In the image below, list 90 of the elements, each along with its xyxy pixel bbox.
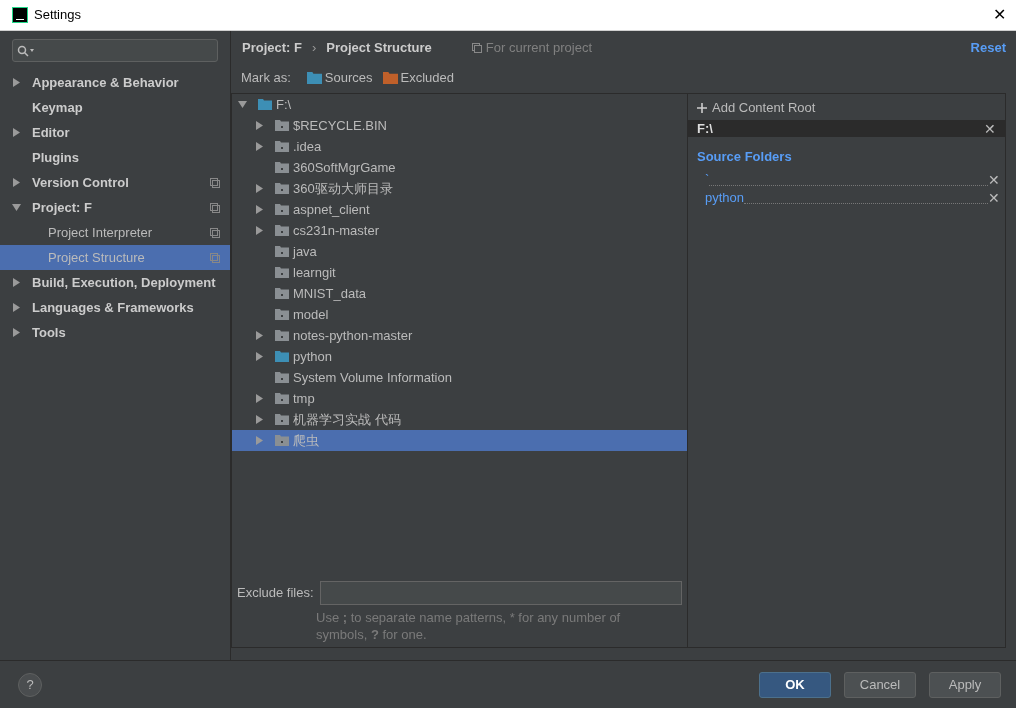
breadcrumb-separator: ›: [311, 39, 317, 58]
expand-arrow-icon[interactable]: [255, 352, 264, 361]
exclude-files-field[interactable]: [319, 581, 682, 605]
source-folder-path[interactable]: `: [705, 172, 710, 187]
remove-folder-button[interactable]: ✕: [988, 190, 1000, 205]
folder-name: notes-python-master: [293, 326, 413, 345]
folder-name: tmp: [293, 389, 315, 408]
expand-arrow-icon[interactable]: [255, 394, 264, 403]
expand-arrow-icon[interactable]: [11, 178, 21, 187]
expand-arrow-icon[interactable]: [255, 205, 264, 214]
expand-arrow-icon[interactable]: [255, 142, 264, 151]
source-folder-path[interactable]: python: [705, 190, 745, 205]
app-logo-icon: [12, 7, 28, 23]
exclude-files-hint: Use ; to separate name patterns, * for any number of symbols, ? for one.: [316, 609, 622, 643]
sidebar-item[interactable]: Plugins: [0, 145, 230, 170]
close-button[interactable]: ✕: [984, 0, 1014, 30]
remove-folder-button[interactable]: ✕: [988, 172, 1000, 187]
add-content-root-link[interactable]: Add Content Root: [712, 98, 816, 118]
plus-icon: [697, 103, 707, 113]
content-root-path: F:\: [697, 119, 714, 138]
dialog-button[interactable]: Apply: [929, 671, 1001, 698]
folder-name: MNIST_data: [293, 284, 366, 303]
sidebar-item[interactable]: Keymap: [0, 95, 230, 120]
copy-icon: [471, 43, 482, 53]
tree-row[interactable]: tmp: [232, 388, 687, 409]
folder-name: System Volume Information: [293, 368, 452, 387]
expand-arrow-icon[interactable]: [11, 303, 21, 312]
expand-arrow-icon[interactable]: [11, 278, 21, 287]
expand-arrow-icon[interactable]: [255, 184, 264, 193]
mark-as-label: Mark as:: [241, 69, 291, 88]
help-button[interactable]: ?: [18, 672, 42, 697]
tree-row[interactable]: 360SoftMgrGame: [232, 157, 687, 178]
tree-row[interactable]: java: [232, 241, 687, 262]
dialog-button[interactable]: Cancel: [844, 671, 916, 698]
folder-name: model: [293, 305, 329, 324]
sidebar-item[interactable]: Build, Execution, Deployment: [0, 270, 230, 295]
folder-name: 爬虫: [293, 431, 319, 450]
folder-name: 360驱动大师目录: [293, 179, 393, 198]
folder-name: $RECYCLE.BIN: [293, 116, 387, 135]
search-field[interactable]: [12, 39, 218, 62]
sidebar-item[interactable]: Project Interpreter: [0, 220, 230, 245]
sidebar-item[interactable]: Version Control: [0, 170, 230, 195]
expand-arrow-icon[interactable]: [255, 121, 264, 130]
source-folders-heading: Source Folders: [697, 148, 793, 166]
tree-row[interactable]: $RECYCLE.BIN: [232, 115, 687, 136]
tree-row[interactable]: cs231n-master: [232, 220, 687, 241]
mark-as-option[interactable]: Sources: [306, 68, 373, 88]
expand-arrow-icon[interactable]: [11, 128, 21, 137]
sidebar-item[interactable]: Tools: [0, 320, 230, 345]
folder-name: 机器学习实战 代码: [293, 410, 401, 429]
expand-arrow-icon[interactable]: [11, 328, 21, 337]
tree-row[interactable]: aspnet_client: [232, 199, 687, 220]
scope-note: For current project: [485, 39, 592, 58]
sidebar-item[interactable]: Languages & Frameworks: [0, 295, 230, 320]
folder-name: aspnet_client: [293, 200, 370, 219]
folder-name: learngit: [293, 263, 336, 282]
tree-row[interactable]: .idea: [232, 136, 687, 157]
folder-name: python: [293, 347, 333, 366]
expand-arrow-icon[interactable]: [255, 331, 264, 340]
remove-content-root-button[interactable]: ✕: [984, 121, 996, 136]
tree-row[interactable]: notes-python-master: [232, 325, 687, 346]
sidebar-item[interactable]: Project: F: [0, 195, 230, 220]
tree-row[interactable]: python: [232, 346, 687, 367]
folder-name: java: [293, 242, 317, 261]
expand-arrow-icon[interactable]: [238, 100, 247, 109]
sidebar-item[interactable]: Editor: [0, 120, 230, 145]
tree-row[interactable]: 360驱动大师目录: [232, 178, 687, 199]
search-icon: [17, 44, 35, 57]
folder-name: 360SoftMgrGame: [293, 158, 396, 177]
tree-row[interactable]: System Volume Information: [232, 367, 687, 388]
tree-row[interactable]: learngit: [232, 262, 687, 283]
breadcrumb-item[interactable]: Project Structure: [326, 38, 432, 58]
tree-row[interactable]: model: [232, 304, 687, 325]
tree-row[interactable]: MNIST_data: [232, 283, 687, 304]
dialog-button[interactable]: OK: [759, 671, 831, 698]
sidebar-item[interactable]: Appearance & Behavior: [0, 70, 230, 95]
expand-arrow-icon[interactable]: [255, 226, 264, 235]
expand-arrow-icon[interactable]: [255, 415, 264, 424]
reset-link[interactable]: Reset: [970, 38, 1006, 58]
folder-name: .idea: [293, 137, 322, 156]
expand-arrow-icon[interactable]: [11, 203, 21, 212]
window-title: Settings: [34, 6, 81, 25]
tree-row[interactable]: F:\: [232, 94, 687, 115]
folder-name: F:\: [276, 95, 292, 114]
folder-name: cs231n-master: [293, 221, 379, 240]
expand-arrow-icon[interactable]: [11, 78, 21, 87]
tree-row[interactable]: 机器学习实战 代码: [232, 409, 687, 430]
breadcrumb-item[interactable]: Project: F: [242, 38, 302, 58]
mark-as-option[interactable]: Excluded: [382, 68, 455, 88]
exclude-files-label: Exclude files:: [237, 584, 314, 603]
